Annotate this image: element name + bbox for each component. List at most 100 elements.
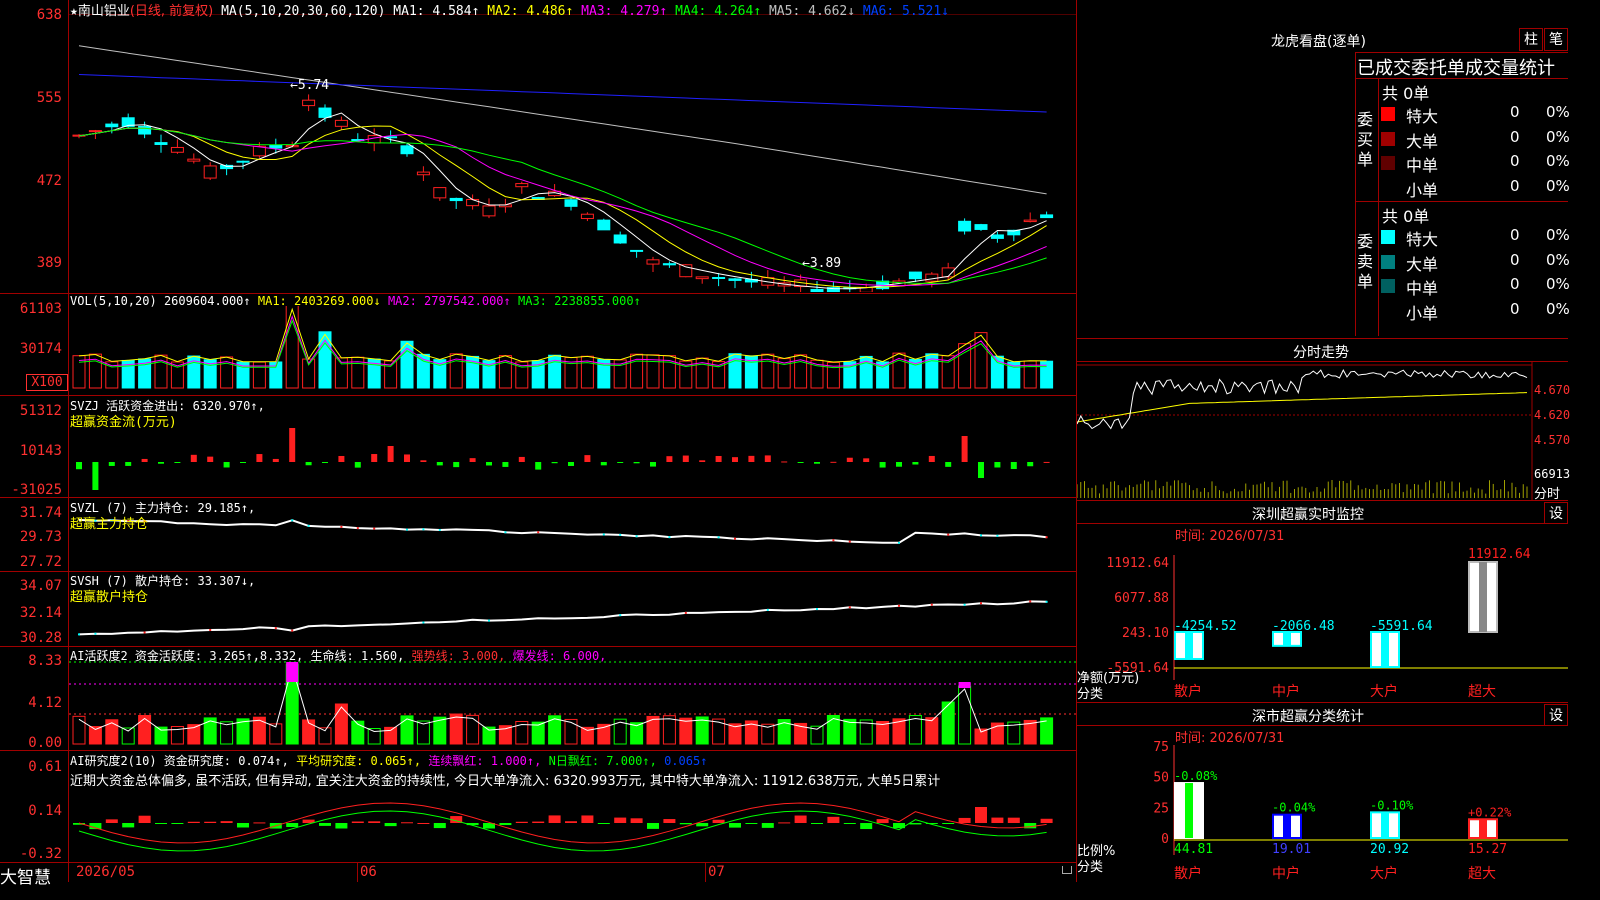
star-icon[interactable]: ★	[70, 4, 78, 19]
tick-mark	[422, 528, 425, 531]
sz-settings-button[interactable]: 设	[1544, 502, 1568, 524]
lhkp-title: 龙虎看盘(逐单)	[1271, 34, 1366, 50]
ma-line	[78, 127, 1047, 287]
sz-flow-bar-center	[1283, 632, 1291, 646]
volume-bar	[285, 306, 299, 389]
tick-mark	[291, 519, 294, 522]
volume-chart[interactable]	[69, 306, 1076, 394]
ai2-last: 0.065↑	[664, 754, 708, 768]
candlestick-chart[interactable]	[69, 14, 1076, 292]
sz-title: 深圳超赢实时监控	[1252, 507, 1364, 523]
research-bar	[794, 815, 807, 823]
research-bar	[761, 823, 774, 828]
ss-top-line	[1077, 702, 1568, 703]
ai1-axis-label: 0.00	[28, 735, 62, 751]
svzl-chart[interactable]	[69, 510, 1076, 570]
tick-mark	[1045, 536, 1048, 539]
sz-bar-value: -4254.52	[1174, 619, 1237, 634]
research-bar	[155, 823, 167, 824]
research-bar	[876, 819, 889, 823]
flow-bar	[600, 462, 607, 466]
lock-icon[interactable]	[1062, 866, 1072, 874]
tick-mark	[422, 621, 425, 624]
flow-bar	[945, 462, 952, 467]
tick-mark	[78, 633, 80, 636]
candle-body	[728, 278, 742, 281]
sz-bar-value: -5591.64	[1370, 619, 1433, 634]
ss-bar-value: 15.27	[1468, 842, 1507, 857]
bar-view-button[interactable]: 柱	[1519, 28, 1543, 51]
sell-row-swatch	[1381, 303, 1395, 318]
intraday-chart[interactable]	[1077, 362, 1568, 500]
flow-bar	[732, 457, 738, 462]
research-bar	[843, 823, 856, 824]
ss-ratio-chart[interactable]: 75 50 25 0 -0.08% 44.81 散户 -0.04% 19.01 中户 -0.10% 2…	[1077, 740, 1568, 882]
tick-mark	[980, 534, 982, 537]
low-price-marker: ←3.89	[802, 256, 842, 271]
research-bar	[515, 821, 528, 823]
flow-bar	[404, 454, 410, 462]
candle-body	[810, 288, 824, 292]
tick-view-button[interactable]: 笔	[1544, 28, 1568, 51]
svsh-chart[interactable]	[69, 582, 1076, 644]
activity-bar	[449, 713, 463, 745]
buy-row-swatch	[1381, 156, 1395, 170]
research-bar	[647, 823, 659, 829]
research-bar	[745, 823, 758, 824]
candle-body	[630, 249, 644, 252]
research-bar	[368, 821, 381, 823]
candle-body	[433, 187, 447, 199]
candle-body	[187, 158, 201, 162]
research-bar	[663, 819, 676, 823]
flow-bar	[371, 454, 378, 462]
tick-mark	[373, 527, 376, 530]
candle-body	[203, 165, 217, 179]
sep-svzj-svzl	[0, 497, 1077, 498]
sz-category-label: 分类	[1077, 687, 1104, 702]
sz-title-line	[1077, 523, 1568, 524]
svzl-axis-label: 31.74	[19, 505, 62, 521]
buy-row-swatch	[1381, 180, 1395, 195]
svsh-subtitle: 超赢散户持仓	[70, 590, 149, 605]
flow-bar	[223, 462, 230, 468]
candle-body	[564, 199, 578, 207]
ma-line	[78, 112, 1047, 290]
ss-bar-value: 44.81	[1174, 842, 1213, 857]
tick-mark	[898, 604, 900, 607]
tick-mark	[488, 619, 490, 622]
ss-settings-button[interactable]: 设	[1544, 704, 1568, 726]
high-price-marker: ←5.74	[290, 78, 330, 93]
tick-mark	[848, 540, 851, 543]
flow-bar	[305, 462, 312, 466]
tick-mark	[274, 627, 277, 630]
ma4-value: MA4: 4.264↑	[675, 4, 762, 19]
research-bar	[942, 823, 955, 824]
candle-body	[318, 107, 332, 118]
flow-bar	[551, 462, 558, 464]
research-bar	[384, 823, 397, 827]
main-axis-label: 555	[36, 90, 62, 106]
sz-flow-chart[interactable]: 11912.64 6077.88 243.10 -5591.64 -4254.52 散户 -…	[1077, 540, 1568, 702]
flow-bar	[256, 454, 263, 462]
fenshi-title: 分时走势	[1293, 345, 1349, 361]
flow-bar	[961, 436, 968, 462]
candle-body	[695, 276, 709, 280]
flow-bar	[978, 462, 984, 478]
candle-body	[515, 183, 529, 188]
flow-bar	[469, 458, 476, 462]
ma-line	[78, 125, 1047, 289]
sell-row-pct: 0%	[1546, 275, 1570, 293]
chart-mode[interactable]: (日线, 前复权)	[130, 4, 213, 19]
sell-row-swatch	[1381, 279, 1395, 293]
ss-category: 散户	[1174, 865, 1202, 882]
activity-bar	[334, 703, 348, 745]
ai-research-chart[interactable]	[69, 790, 1076, 861]
date-label: 2026/05	[76, 864, 136, 880]
tick-mark	[619, 533, 622, 536]
ma2-value: MA2: 4.486↑	[487, 4, 574, 19]
flow-bar	[879, 462, 886, 468]
ai-activity-chart[interactable]	[69, 658, 1076, 749]
flow-bar	[535, 462, 542, 470]
svzj-chart[interactable]	[69, 428, 1076, 496]
buy-row-pct: 0%	[1546, 152, 1570, 170]
